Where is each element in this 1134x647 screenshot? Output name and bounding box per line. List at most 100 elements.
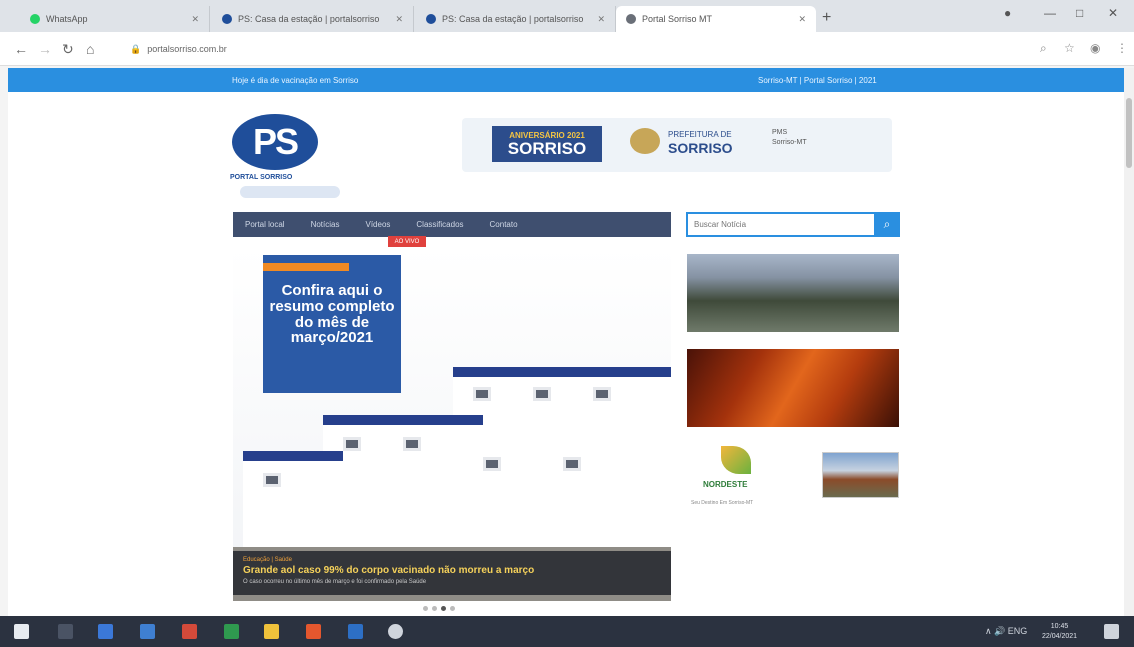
caption-title[interactable]: Grande aol caso 99% do corpo vacinado nã… bbox=[243, 565, 661, 576]
zoom-icon[interactable]: ⌕ bbox=[1040, 41, 1047, 56]
excel-icon[interactable] bbox=[224, 624, 239, 639]
settings-gear-icon[interactable] bbox=[388, 624, 403, 639]
site-search: ⌕ bbox=[686, 212, 900, 237]
search-button[interactable]: ⌕ bbox=[874, 212, 900, 237]
hero-building-mid bbox=[323, 415, 483, 547]
carousel-dot[interactable] bbox=[432, 606, 437, 611]
sidebar-thumb-bbq[interactable] bbox=[687, 349, 899, 427]
nav-item-videos[interactable]: Vídeos bbox=[365, 220, 390, 229]
browser-tab-portal-2[interactable]: PS: Casa da estação | portalsorriso ✕ bbox=[416, 6, 616, 32]
task-view-icon[interactable] bbox=[58, 624, 73, 639]
tab-title: WhatsApp bbox=[46, 14, 88, 24]
banner-extra-line1: PMS bbox=[772, 129, 788, 136]
hero-caption[interactable]: Educação | Saúde Grande aol caso 99% do … bbox=[233, 551, 671, 595]
hero-building-left bbox=[243, 451, 343, 547]
chrome-icon[interactable] bbox=[306, 624, 321, 639]
live-badge[interactable]: AO VIVO bbox=[388, 236, 426, 247]
top-bar-left-text[interactable]: Hoje é dia de vacinação em Sorriso bbox=[232, 76, 358, 85]
building-window bbox=[563, 457, 581, 471]
browser-tab-portal-1[interactable]: PS: Casa da estação | portalsorriso ✕ bbox=[212, 6, 414, 32]
nordeste-leaf-icon bbox=[721, 446, 751, 474]
caption-tag: Educação | Saúde bbox=[243, 557, 292, 563]
hero-carousel[interactable]: Confira aqui o resumo completo do mês de… bbox=[233, 247, 671, 601]
office-icon[interactable] bbox=[182, 624, 197, 639]
bookmark-star-icon[interactable]: ☆ bbox=[1064, 41, 1075, 55]
site-logo[interactable]: PS PORTAL SORRISO bbox=[226, 112, 342, 202]
carousel-dots bbox=[423, 606, 455, 611]
clock-time: 10:45 bbox=[1050, 623, 1069, 630]
nav-item-noticias[interactable]: Notícias bbox=[311, 220, 340, 229]
scrollbar-thumb[interactable] bbox=[1126, 98, 1132, 168]
browser-tab-whatsapp[interactable]: WhatsApp ✕ bbox=[20, 6, 210, 32]
building-window bbox=[263, 473, 281, 487]
tab-title: PS: Casa da estação | portalsorriso bbox=[442, 14, 584, 24]
carousel-dot[interactable] bbox=[450, 606, 455, 611]
minimize-button[interactable]: — bbox=[1044, 6, 1056, 20]
prefeitura-city: SORRISO bbox=[668, 139, 733, 156]
address-bar[interactable]: 🔒 portalsorriso.com.br bbox=[130, 39, 1030, 59]
logo-subtitle: PORTAL SORRISO bbox=[230, 174, 293, 181]
sidebar-thumb-store[interactable] bbox=[822, 452, 899, 498]
page-scrollbar[interactable] bbox=[1124, 68, 1134, 616]
building-window bbox=[403, 437, 421, 451]
close-icon[interactable]: ✕ bbox=[597, 14, 605, 25]
home-icon[interactable]: ⌂ bbox=[86, 41, 94, 57]
whatsapp-icon bbox=[30, 14, 40, 24]
sidebar-ad-nordeste[interactable]: NORDESTE Seu Destino Em Sorriso-MT bbox=[687, 444, 787, 510]
main-navigation: Portal local Notícias Vídeos Classificad… bbox=[233, 212, 671, 237]
extension-icon[interactable]: ◉ bbox=[1090, 41, 1100, 55]
promo-text: Confira aqui o resumo completo do mês de… bbox=[269, 282, 395, 347]
carousel-dot[interactable] bbox=[423, 606, 428, 611]
notification-icon[interactable] bbox=[1104, 624, 1119, 639]
hero-promo-box[interactable]: Confira aqui o resumo completo do mês de… bbox=[263, 255, 401, 393]
banner-extra-line2: Sorriso-MT bbox=[772, 138, 807, 146]
close-window-button[interactable]: ✕ bbox=[1108, 6, 1118, 20]
building-window bbox=[593, 387, 611, 401]
nav-item-contato[interactable]: Contato bbox=[490, 220, 518, 229]
edge-icon[interactable] bbox=[98, 624, 113, 639]
browser-tab-strip: WhatsApp ✕ PS: Casa da estação | portals… bbox=[0, 0, 1134, 32]
maximize-button[interactable]: □ bbox=[1076, 6, 1083, 20]
close-icon[interactable]: ✕ bbox=[395, 14, 403, 25]
city-seal-icon bbox=[630, 128, 660, 154]
portal-favicon-icon bbox=[222, 14, 232, 24]
search-icon: ⌕ bbox=[883, 217, 891, 231]
os-taskbar: ∧ 🔊 ENG 10:45 22/04/2021 bbox=[0, 616, 1134, 647]
system-tray[interactable]: ∧ 🔊 ENG bbox=[985, 626, 1027, 637]
nav-item-classificados[interactable]: Classificados bbox=[416, 220, 463, 229]
reload-icon[interactable]: ↻ bbox=[62, 41, 74, 58]
file-explorer-icon[interactable] bbox=[264, 624, 279, 639]
browser-tab-active[interactable]: Portal Sorriso MT ✕ bbox=[616, 6, 816, 32]
browser-toolbar: ← → ↻ ⌂ 🔒 portalsorriso.com.br ⌕ ☆ ◉ ⋮ bbox=[0, 32, 1134, 66]
sidebar-thumb-market[interactable] bbox=[687, 254, 899, 332]
banner-extra: PMS Sorriso-MT bbox=[772, 128, 807, 148]
building-window bbox=[483, 457, 501, 471]
promo-tag bbox=[263, 263, 349, 271]
globe-icon bbox=[626, 14, 636, 24]
taskbar-clock[interactable]: 10:45 22/04/2021 bbox=[1042, 622, 1077, 642]
new-tab-button[interactable]: + bbox=[822, 9, 831, 27]
anniversary-badge: ANIVERSÁRIO 2021 SORRISO bbox=[492, 126, 602, 162]
menu-icon[interactable]: ⋮ bbox=[1116, 41, 1128, 55]
site-top-bar: Hoje é dia de vacinação em Sorriso Sorri… bbox=[8, 68, 1124, 92]
word-icon[interactable] bbox=[348, 624, 363, 639]
nordeste-subtitle: Seu Destino Em Sorriso-MT bbox=[691, 500, 754, 506]
close-icon[interactable]: ✕ bbox=[191, 14, 199, 25]
logo-mark: PS bbox=[232, 114, 318, 170]
caption-subtitle: O caso ocorreu no último mês de março e … bbox=[243, 579, 427, 585]
building-window bbox=[343, 437, 361, 451]
search-input[interactable] bbox=[686, 212, 874, 237]
building-window bbox=[533, 387, 551, 401]
tab-title: PS: Casa da estação | portalsorriso bbox=[238, 14, 380, 24]
back-arrow-icon[interactable]: ← bbox=[14, 41, 28, 57]
nav-item-portal-local[interactable]: Portal local bbox=[245, 220, 285, 229]
ie-icon[interactable] bbox=[140, 624, 155, 639]
profile-icon[interactable]: ● bbox=[1004, 6, 1011, 20]
carousel-dot-active[interactable] bbox=[441, 606, 446, 611]
close-icon[interactable]: ✕ bbox=[798, 14, 806, 25]
header-banner-ad[interactable]: ANIVERSÁRIO 2021 SORRISO PREFEITURA DE S… bbox=[462, 118, 892, 172]
forward-arrow-icon[interactable]: → bbox=[38, 41, 52, 57]
prefeitura-label: PREFEITURA DE SORRISO bbox=[668, 130, 733, 156]
prefeitura-prefix: PREFEITURA DE bbox=[668, 130, 732, 139]
windows-start-icon[interactable] bbox=[14, 624, 29, 639]
